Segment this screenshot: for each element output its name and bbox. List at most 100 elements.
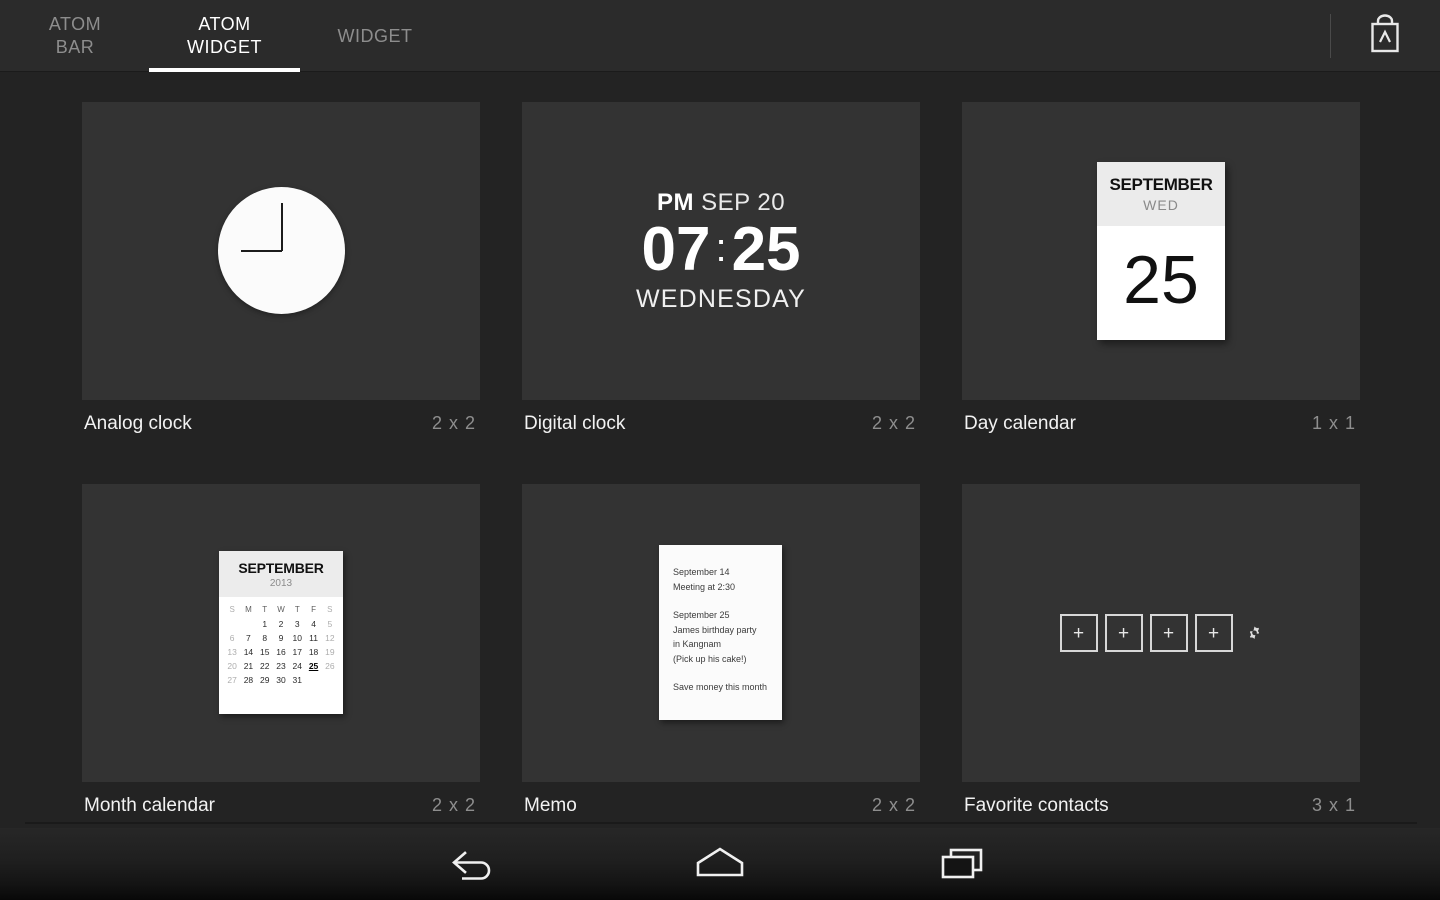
month-calendar-header: SEPTEMBER 2013 bbox=[219, 551, 343, 597]
widget-size: 2 x 2 bbox=[431, 413, 476, 433]
month-calendar-day bbox=[240, 617, 256, 631]
back-arrow-icon bbox=[452, 851, 491, 880]
month-calendar-day: 2 bbox=[278, 619, 284, 629]
month-calendar-dow: F bbox=[311, 605, 316, 614]
widget-card-digital-clock[interactable]: PM SEP 20 07 : 25 WEDNESDAY Digital cloc… bbox=[522, 102, 920, 447]
month-calendar-day: 17 bbox=[292, 647, 303, 657]
widget-size: 2 x 2 bbox=[871, 795, 916, 815]
recents-icon bbox=[941, 848, 983, 879]
widget-card-analog-clock[interactable]: Analog clock 2 x 2 bbox=[82, 102, 480, 447]
digital-clock-header: PM SEP 20 bbox=[657, 189, 785, 217]
month-calendar-day: 9 bbox=[278, 633, 284, 643]
month-calendar-dow: S bbox=[229, 605, 235, 614]
widget-size: 1 x 1 bbox=[1311, 413, 1356, 433]
month-calendar-day: 16 bbox=[276, 647, 286, 657]
favorite-contact-add-slot[interactable]: + bbox=[1194, 614, 1233, 652]
memo-line: September 25 bbox=[673, 610, 730, 620]
favorite-contacts-face: + + + + bbox=[962, 484, 1360, 782]
month-calendar-day: 21 bbox=[243, 661, 254, 671]
month-calendar-day: 11 bbox=[309, 633, 318, 643]
month-calendar-preview[interactable]: SEPTEMBER 2013 S M T W T F S 1 2 3 4 5 6 7 8 9 10 11 12 13 1… bbox=[82, 484, 480, 782]
month-calendar-day: 12 bbox=[325, 633, 335, 643]
nav-recents-button[interactable] bbox=[864, 828, 1064, 900]
memo-line: Meeting at 2:30 bbox=[673, 581, 736, 592]
month-calendar-day: 27 bbox=[227, 675, 237, 685]
widget-size: 3 x 1 bbox=[1311, 795, 1356, 815]
active-tab-underline bbox=[149, 68, 300, 72]
day-calendar-month: SEPTEMBER bbox=[1109, 175, 1213, 194]
memo-blank-line bbox=[673, 666, 768, 680]
digital-clock-date: SEP 20 bbox=[701, 188, 786, 216]
month-calendar-day: 1 bbox=[262, 619, 268, 629]
memo-preview[interactable]: September 14 Meeting at 2:30 September 25 J… bbox=[522, 484, 920, 782]
memo-line: James birthday party bbox=[673, 624, 757, 635]
memo-card: September 14 Meeting at 2:30 September 25 J… bbox=[659, 545, 782, 720]
gear-icon[interactable] bbox=[1246, 625, 1263, 642]
day-calendar-day: 25 bbox=[1123, 242, 1199, 318]
memo-line: Save money this month bbox=[673, 682, 768, 692]
android-navigation-bar bbox=[0, 828, 1440, 900]
month-calendar-day: 7 bbox=[246, 633, 251, 643]
month-calendar-year: 2013 bbox=[269, 577, 293, 589]
widget-size: 2 x 2 bbox=[431, 795, 476, 815]
month-calendar-day bbox=[322, 673, 338, 687]
app-root: ATOM BAR ATOM WIDGET WIDGET Analog clock… bbox=[0, 0, 1440, 900]
digital-clock-weekday: WEDNESDAY bbox=[635, 284, 807, 313]
favorite-contacts-slots: + + + + bbox=[1059, 614, 1263, 652]
widget-title: Digital clock bbox=[524, 412, 626, 434]
tab-widget[interactable]: WIDGET bbox=[320, 0, 430, 72]
month-calendar-day: 31 bbox=[292, 675, 303, 685]
tab-atom-bar-line2: BAR bbox=[55, 37, 95, 57]
favorite-contact-add-slot[interactable]: + bbox=[1059, 614, 1098, 652]
widget-title: Favorite contacts bbox=[964, 794, 1109, 816]
clock-hour-hand bbox=[241, 250, 282, 252]
widget-footer: Digital clock 2 x 2 bbox=[522, 400, 920, 447]
memo-line: in Kangnam bbox=[673, 639, 722, 649]
widget-grid: Analog clock 2 x 2 PM SEP 20 07 : 25 WED… bbox=[82, 102, 1360, 829]
digital-clock-hours: 07 bbox=[641, 214, 711, 284]
memo-blank-line bbox=[673, 594, 768, 608]
favorite-contact-add-slot[interactable]: + bbox=[1149, 614, 1188, 652]
month-calendar-day: 19 bbox=[325, 647, 335, 657]
widget-row: Analog clock 2 x 2 PM SEP 20 07 : 25 WED… bbox=[82, 102, 1360, 447]
nav-back-button[interactable] bbox=[376, 828, 576, 900]
widget-row: SEPTEMBER 2013 S M T W T F S 1 2 3 4 5 6 7 8 9 10 11 12 13 1… bbox=[82, 484, 1360, 829]
tab-atom-widget-line1: ATOM bbox=[198, 14, 251, 34]
home-icon bbox=[696, 847, 744, 877]
month-calendar-day bbox=[305, 673, 321, 687]
digital-clock-preview[interactable]: PM SEP 20 07 : 25 WEDNESDAY bbox=[522, 102, 920, 400]
month-calendar-day: 23 bbox=[276, 661, 286, 671]
day-calendar-weekday: WED bbox=[1143, 197, 1179, 213]
widget-card-memo[interactable]: September 14 Meeting at 2:30 September 25 J… bbox=[522, 484, 920, 829]
nav-home-button[interactable] bbox=[620, 828, 820, 900]
month-calendar-day bbox=[224, 617, 240, 631]
tab-atom-widget-line2: WIDGET bbox=[187, 37, 262, 57]
top-tab-bar: ATOM BAR ATOM WIDGET WIDGET bbox=[0, 0, 1440, 72]
widget-card-month-calendar[interactable]: SEPTEMBER 2013 S M T W T F S 1 2 3 4 5 6 7 8 9 10 11 12 13 1… bbox=[82, 484, 480, 829]
analog-clock-preview[interactable] bbox=[82, 102, 480, 400]
month-calendar-day: 20 bbox=[227, 661, 237, 671]
widget-card-day-calendar[interactable]: SEPTEMBER WED 25 Day calendar 1 x 1 bbox=[962, 102, 1360, 447]
favorite-contact-add-slot[interactable]: + bbox=[1104, 614, 1143, 652]
month-calendar-day: 18 bbox=[308, 647, 319, 657]
month-calendar-card: SEPTEMBER 2013 S M T W T F S 1 2 3 4 5 6 7 8 9 10 11 12 13 1… bbox=[219, 551, 343, 714]
tab-atom-widget[interactable]: ATOM WIDGET bbox=[149, 0, 300, 72]
widget-card-favorite-contacts[interactable]: + + + + Favorite contacts 3 x 1 bbox=[962, 484, 1360, 829]
month-calendar-day: 30 bbox=[276, 675, 286, 685]
favorite-contacts-preview[interactable]: + + + + bbox=[962, 484, 1360, 782]
month-calendar-day: 29 bbox=[259, 675, 270, 685]
widget-title: Month calendar bbox=[84, 794, 215, 816]
tab-atom-bar[interactable]: ATOM BAR bbox=[10, 0, 140, 72]
month-calendar-day: 25 bbox=[308, 661, 319, 671]
month-calendar-dow: T bbox=[294, 605, 300, 614]
store-button[interactable] bbox=[1330, 0, 1440, 72]
digital-clock-ampm: PM bbox=[656, 188, 694, 216]
month-calendar-day: 3 bbox=[294, 619, 300, 629]
day-calendar-preview[interactable]: SEPTEMBER WED 25 bbox=[962, 102, 1360, 400]
digital-clock-colon: : bbox=[715, 225, 727, 270]
memo-line: September 14 bbox=[673, 567, 730, 577]
widget-title: Day calendar bbox=[964, 412, 1076, 434]
digital-clock-minutes: 25 bbox=[731, 214, 801, 284]
day-calendar-header: SEPTEMBER WED bbox=[1097, 162, 1225, 226]
month-calendar-month: SEPTEMBER bbox=[238, 559, 324, 576]
